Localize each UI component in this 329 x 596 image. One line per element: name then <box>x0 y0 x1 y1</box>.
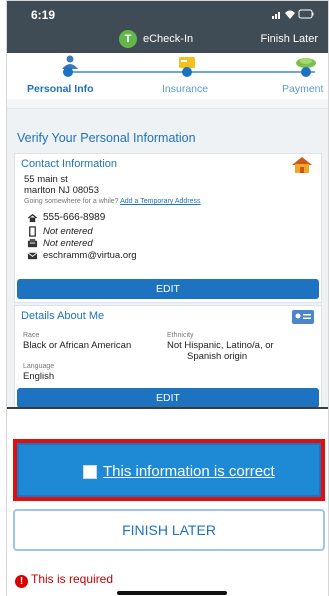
ethnicity-value-line-2: Spanish origin <box>187 351 248 362</box>
ethnicity-value-line-1: Not Hispanic, Latino/a, or <box>167 340 274 351</box>
add-temporary-address-link[interactable]: Add a Temporary Address <box>120 198 200 205</box>
id-card-icon <box>292 310 314 324</box>
status-icons <box>272 9 314 19</box>
validation-text: This is required <box>31 572 114 586</box>
fax-number: Not entered <box>43 238 93 249</box>
details-card-title: Details About Me <box>21 310 105 322</box>
error-icon: ! <box>15 575 28 588</box>
status-time: 6:19 <box>31 8 56 22</box>
app-header: 6:19 T eCheck-In Finish Later <box>7 1 328 53</box>
app-title: eCheck-In <box>143 33 194 45</box>
main-content: Verify Your Personal Information Contact… <box>7 109 328 409</box>
race-label: Race <box>23 332 40 339</box>
contact-info-card: Contact Information 55 main st marlton N… <box>14 153 322 303</box>
edit-contact-button[interactable]: EDIT <box>17 279 319 299</box>
step-dot-insurance <box>182 67 192 77</box>
confirm-highlight: This information is correct <box>13 439 325 501</box>
fax-icon <box>27 238 38 248</box>
phone-screen: 6:19 T eCheck-In Finish Later Personal I… <box>6 0 329 596</box>
progress-stepper: Personal Info Insurance Payment <box>7 53 328 99</box>
email-address: eschramm@virtua.org <box>43 250 137 261</box>
contact-card-title: Contact Information <box>21 158 117 170</box>
language-label: Language <box>23 363 55 370</box>
stepper-divider <box>7 99 328 109</box>
email-icon <box>27 252 38 260</box>
home-icon <box>292 157 312 173</box>
finish-later-button[interactable]: FINISH LATER <box>13 509 325 551</box>
confirm-info-button[interactable]: This information is correct <box>17 443 321 497</box>
mobile-number: Not entered <box>43 226 93 237</box>
confirm-label[interactable]: This information is correct <box>103 463 275 480</box>
race-value: Black or African American <box>23 340 132 351</box>
ethnicity-label: Ethnicity <box>167 332 194 339</box>
phone-number: 555-666-8989 <box>43 212 106 223</box>
app-logo-badge: T <box>119 30 137 48</box>
finish-later-link[interactable]: Finish Later <box>261 33 318 45</box>
confirmation-area: This information is correct FINISH LATER… <box>7 407 328 596</box>
confirm-checkbox[interactable] <box>83 465 97 479</box>
phone-icon <box>27 213 38 223</box>
edit-details-button[interactable]: EDIT <box>17 388 319 408</box>
address-line-1: 55 main st <box>24 174 68 185</box>
mobile-icon <box>29 226 36 237</box>
temp-address-prompt: Going somewhere for a while? Add a Tempo… <box>24 198 201 205</box>
home-indicator <box>117 591 227 595</box>
address-line-2: marlton NJ 08053 <box>24 185 99 196</box>
step-payment[interactable]: Payment <box>282 83 323 95</box>
validation-message: ! This is required <box>15 572 113 588</box>
step-dot-personal-info <box>63 67 73 77</box>
temp-address-question: Going somewhere for a while? <box>24 198 119 205</box>
step-personal-info[interactable]: Personal Info <box>27 83 94 95</box>
step-insurance[interactable]: Insurance <box>162 83 208 95</box>
details-card: Details About Me Race Black or African A… <box>14 305 322 409</box>
step-dot-payment <box>301 67 311 77</box>
language-value: English <box>23 371 55 382</box>
page-title: Verify Your Personal Information <box>17 131 196 145</box>
